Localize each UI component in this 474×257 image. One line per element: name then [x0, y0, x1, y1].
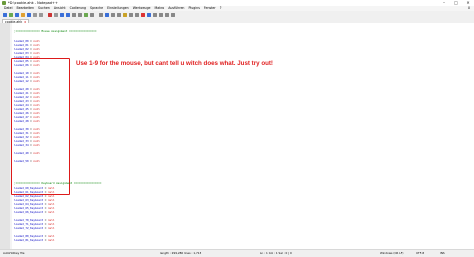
- toolbar-button-icon[interactable]: [117, 12, 121, 17]
- code-line: loaded_34 = null: [14, 143, 40, 147]
- toolbar-button-icon[interactable]: [105, 12, 109, 17]
- code-line: loaded_06 = null: [14, 63, 40, 67]
- toolbar-button-icon[interactable]: [165, 12, 169, 17]
- toolbar-button-icon[interactable]: [33, 12, 37, 17]
- annotation-text: Use 1-9 for the mouse, but cant tell u w…: [76, 60, 273, 67]
- toolbar-button-icon[interactable]: [27, 12, 31, 17]
- toolbar-button-icon[interactable]: [129, 12, 133, 17]
- toolbar-button-icon[interactable]: [123, 12, 127, 17]
- toolbar-button-icon[interactable]: [48, 12, 52, 17]
- code-line: ;=============== Mouse Assignment ======…: [14, 29, 97, 33]
- code-line: loaded_28 = null: [14, 119, 40, 123]
- code-line: loaded_50 = null: [14, 159, 40, 163]
- toolbar-button-icon[interactable]: [39, 12, 43, 17]
- toolbar-button-icon[interactable]: [141, 12, 145, 17]
- toolbar-button-icon[interactable]: [147, 12, 151, 17]
- code-line: loaded_81_Keyboard = null: [14, 238, 55, 242]
- toolbar-button-icon[interactable]: [9, 12, 13, 17]
- notepad-plus-plus-icon: [2, 1, 6, 5]
- code-line: loaded_40 = null: [14, 151, 40, 155]
- code-line: ;=============== Keyboard Assignment ===…: [14, 181, 102, 185]
- toolbar-button-icon[interactable]: [3, 12, 7, 17]
- toolbar-button-icon[interactable]: [15, 12, 19, 17]
- toolbar-button-icon[interactable]: [171, 12, 175, 17]
- toolbar-button-icon[interactable]: [111, 12, 115, 17]
- toolbar-button-icon[interactable]: [72, 12, 76, 17]
- toolbar-button-icon[interactable]: [60, 12, 64, 17]
- toolbar-button-icon[interactable]: [153, 12, 157, 17]
- code-editor[interactable]: Use 1-9 for the mouse, but cant tell u w…: [0, 23, 474, 249]
- toolbar-button-icon[interactable]: [21, 12, 25, 17]
- code-line: loaded_12 = null: [14, 79, 40, 83]
- code-line: loaded_66_Keyboard = null: [14, 210, 55, 214]
- code-line: loaded_72_Keyboard = null: [14, 226, 55, 230]
- toolbar-button-icon[interactable]: [159, 12, 163, 17]
- toolbar-button-icon[interactable]: [99, 12, 103, 17]
- toolbar-button-icon[interactable]: [84, 12, 88, 17]
- line-number-gutter: [0, 23, 10, 249]
- toolbar-button-icon[interactable]: [54, 12, 58, 17]
- toolbar-button-icon[interactable]: [78, 12, 82, 17]
- toolbar-button-icon[interactable]: [90, 12, 94, 17]
- toolbar-button-icon[interactable]: [66, 12, 70, 17]
- toolbar-button-icon[interactable]: [135, 12, 139, 17]
